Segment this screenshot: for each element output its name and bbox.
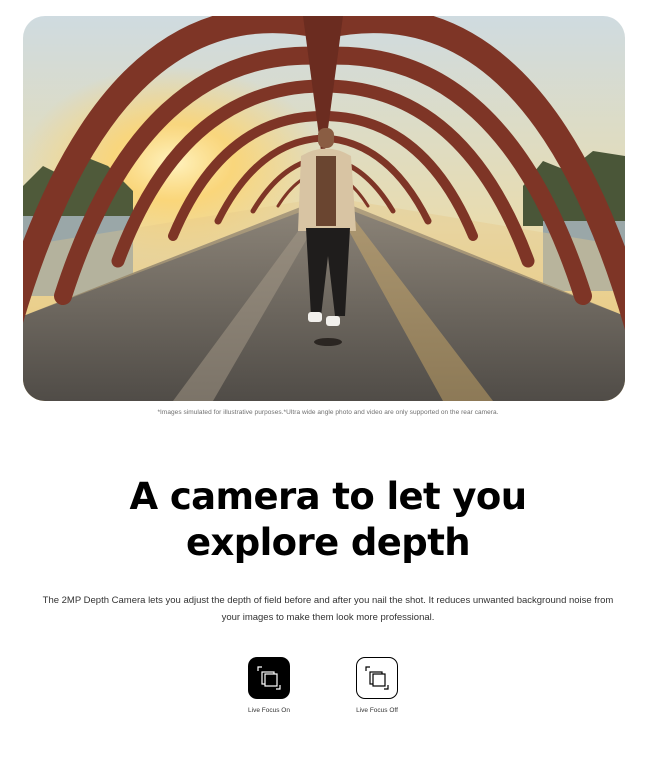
description-text: The 2MP Depth Camera lets you adjust the… <box>42 595 614 623</box>
bridge-skateboarder-photo <box>23 16 625 401</box>
title-line-2: explore depth <box>185 521 471 564</box>
live-focus-on-option[interactable]: Live Focus On <box>229 657 309 714</box>
page-title: A camera to let you explore depth <box>0 474 656 566</box>
live-focus-off-option[interactable]: Live Focus Off <box>337 657 417 714</box>
live-focus-off-icon <box>365 666 389 690</box>
hero-image <box>23 16 625 401</box>
live-focus-on-button[interactable] <box>248 657 290 699</box>
live-focus-on-label: Live Focus On <box>248 707 290 714</box>
live-focus-off-button[interactable] <box>356 657 398 699</box>
live-focus-on-icon <box>257 666 281 690</box>
title-line-1: A camera to let you <box>129 475 528 518</box>
live-focus-off-label: Live Focus Off <box>356 707 398 714</box>
image-disclaimer: *Images simulated for illustrative purpo… <box>157 409 499 416</box>
